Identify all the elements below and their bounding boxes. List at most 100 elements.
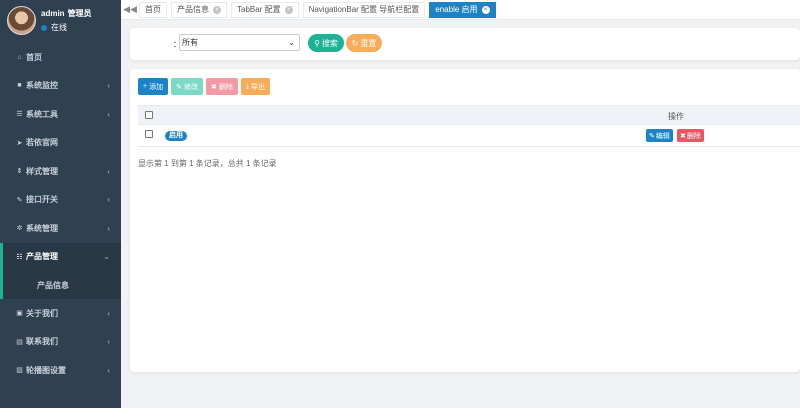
avatar[interactable] <box>7 6 36 35</box>
sidebar-item-label: 样式管理 <box>26 166 58 176</box>
chevron-left-icon: ‹ <box>107 365 110 375</box>
user-panel: admin 管理员 在线 <box>0 0 121 43</box>
table-toolbar: + 添加 ✎ 修改 ✖ 删除 ⤓ 导出 <box>138 78 273 95</box>
user-role: 管理员 <box>67 9 92 18</box>
table-header: 操作 <box>138 105 800 125</box>
page-tab[interactable]: 首页 <box>139 1 167 18</box>
sidebar-item[interactable]: ▤ 联系我们 ‹ <box>0 328 121 357</box>
table-panel: + 添加 ✎ 修改 ✖ 删除 ⤓ 导出 操作 启用 ✎ 编辑 ✖ 删除 显示第 1 到第 1… <box>130 69 800 372</box>
sidebar: admin 管理员 在线 ⌂ 首页 ■ 系统监控 ‹ ☰ 系统工具 ‹ ➤ 若依官网 ⇕ 样式管理 ‹ ✎ 接… <box>0 0 121 408</box>
sidebar-item-label: 系统管理 <box>26 223 58 233</box>
sidebar-item-label: 首页 <box>26 52 42 62</box>
sidebar-item[interactable]: ✲ 系统管理 ‹ <box>0 214 121 243</box>
row-checkbox[interactable] <box>145 130 153 138</box>
thumbtack-icon: ✎ <box>16 196 23 204</box>
sidebar-item-label: 轮播图设置 <box>26 365 66 375</box>
sidebar-item-label: 系统工具 <box>26 109 58 119</box>
header-operations: 操作 <box>668 112 684 121</box>
page-tab-label: NavigationBar 配置 导航栏配置 <box>308 5 420 14</box>
status-dot-icon <box>41 24 47 31</box>
delete-button-label: 删除 <box>218 83 233 91</box>
search-panel: ： 所有 ⌄ ⚲ 搜索 ↻ 重置 <box>130 28 800 60</box>
sidebar-item-label: 联系我们 <box>26 337 58 347</box>
chevron-left-icon: ‹ <box>107 308 110 318</box>
sidebar-item-label: 关于我们 <box>26 308 58 318</box>
delete-button[interactable]: ✖ 删除 <box>205 78 238 95</box>
remove-icon: ✖ <box>680 132 686 140</box>
user-status: 在线 <box>41 22 67 33</box>
sidebar-item[interactable]: ☰ 系统工具 ‹ <box>0 100 121 129</box>
tab-scroll-left-icon[interactable]: ◀◀ <box>121 4 139 15</box>
reset-button-label: 重置 <box>360 38 377 48</box>
sidebar-menu: ⌂ 首页 ■ 系统监控 ‹ ☰ 系统工具 ‹ ➤ 若依官网 ⇕ 样式管理 ‹ ✎ 接口开关 ‹ ✲ 系统管理 ‹ ☷ 产… <box>0 43 121 385</box>
close-icon[interactable]: × <box>213 5 221 14</box>
export-button[interactable]: ⤓ 导出 <box>240 78 270 95</box>
sidebar-item[interactable]: ⇕ 样式管理 ‹ <box>0 157 121 186</box>
status-select[interactable]: 所有 ⌄ <box>179 34 300 51</box>
add-button[interactable]: + 添加 <box>138 78 169 95</box>
image-icon: ▨ <box>16 367 23 375</box>
sidebar-item[interactable]: ▨ 轮播图设置 ‹ <box>0 356 121 385</box>
edit-icon: ✎ <box>176 83 182 91</box>
video-camera-icon: ■ <box>17 82 22 90</box>
sidebar-item[interactable]: ⌂ 首页 <box>0 43 121 72</box>
add-button-label: 添加 <box>149 83 164 91</box>
send-icon: ➤ <box>16 139 23 147</box>
username: admin <box>41 9 65 18</box>
sidebar-item-label: 若依官网 <box>26 138 58 148</box>
tab-bar: ◀◀ 首页 产品信息 × TabBar 配置 × NavigationBar 配置 导航栏… <box>121 0 800 20</box>
gear-icon: ✲ <box>16 225 23 233</box>
sidebar-subitem[interactable]: 产品信息 <box>0 271 121 299</box>
sidebar-item[interactable]: ■ 系统监控 ‹ <box>0 72 121 101</box>
edit-button[interactable]: ✎ 修改 <box>171 78 203 95</box>
chevron-left-icon: ‹ <box>107 337 110 347</box>
reset-button[interactable]: ↻ 重置 <box>346 34 382 52</box>
page-tab-label: enable 启用 <box>435 5 478 14</box>
row-delete-button[interactable]: ✖ 删除 <box>677 129 704 142</box>
page-tab-label: TabBar 配置 <box>237 5 281 14</box>
edit-icon: ✎ <box>649 132 655 140</box>
chevron-down-icon: ⌄ <box>288 38 295 47</box>
address-book-icon: ▣ <box>16 310 23 318</box>
sidebar-item[interactable]: ✎ 接口开关 ‹ <box>0 186 121 215</box>
page-tab[interactable]: enable 启用 × <box>429 1 496 18</box>
chevron-left-icon: ‹ <box>107 166 110 176</box>
sort-icon: ⇕ <box>16 168 23 176</box>
row-edit-button[interactable]: ✎ 编辑 <box>646 129 673 142</box>
pagination-info: 显示第 1 到第 1 条记录，总共 1 条记录 <box>138 159 277 168</box>
download-icon: ⤓ <box>245 82 249 90</box>
search-icon: ⚲ <box>314 38 320 48</box>
sidebar-item[interactable]: ☷ 产品管理 ⌄ <box>0 242 121 271</box>
page-tab[interactable]: NavigationBar 配置 导航栏配置 <box>302 1 426 18</box>
sidebar-item[interactable]: ➤ 若依官网 <box>0 129 121 158</box>
chevron-left-icon: ‹ <box>107 195 110 205</box>
sidebar-item-label: 系统监控 <box>26 81 58 91</box>
status-text: 在线 <box>51 23 67 32</box>
edit-button-label: 修改 <box>183 83 198 91</box>
plus-icon: + <box>143 83 148 90</box>
search-button[interactable]: ⚲ 搜索 <box>308 34 344 52</box>
bars-icon: ☰ <box>16 111 23 119</box>
sidebar-item-label: 产品管理 <box>26 252 58 262</box>
user-name: admin 管理员 <box>41 8 92 19</box>
table-row: 启用 ✎ 编辑 ✖ 删除 <box>138 125 800 147</box>
row-edit-label: 编辑 <box>655 132 670 140</box>
home-icon: ⌂ <box>17 53 22 61</box>
select-all-checkbox[interactable] <box>145 111 153 119</box>
id-card-icon: ▤ <box>16 338 23 346</box>
chevron-left-icon: ‹ <box>107 223 110 233</box>
export-button-label: 导出 <box>250 83 265 91</box>
row-delete-label: 删除 <box>686 132 701 140</box>
page-tab[interactable]: TabBar 配置 × <box>231 1 299 18</box>
close-icon[interactable]: × <box>481 5 490 14</box>
tab-list: 首页 产品信息 × TabBar 配置 × NavigationBar 配置 导航栏配置 e… <box>139 1 500 18</box>
search-button-label: 搜索 <box>321 38 338 48</box>
chevron-left-icon: ‹ <box>107 109 110 119</box>
close-icon[interactable]: × <box>284 5 293 14</box>
page-tab-label: 首页 <box>145 5 161 14</box>
sidebar-item-label: 接口开关 <box>26 195 58 205</box>
page-tab-label: 产品信息 <box>177 5 209 14</box>
page-tab[interactable]: 产品信息 × <box>171 1 227 18</box>
remove-icon: ✖ <box>210 83 217 91</box>
sidebar-item[interactable]: ▣ 关于我们 ‹ <box>0 299 121 328</box>
